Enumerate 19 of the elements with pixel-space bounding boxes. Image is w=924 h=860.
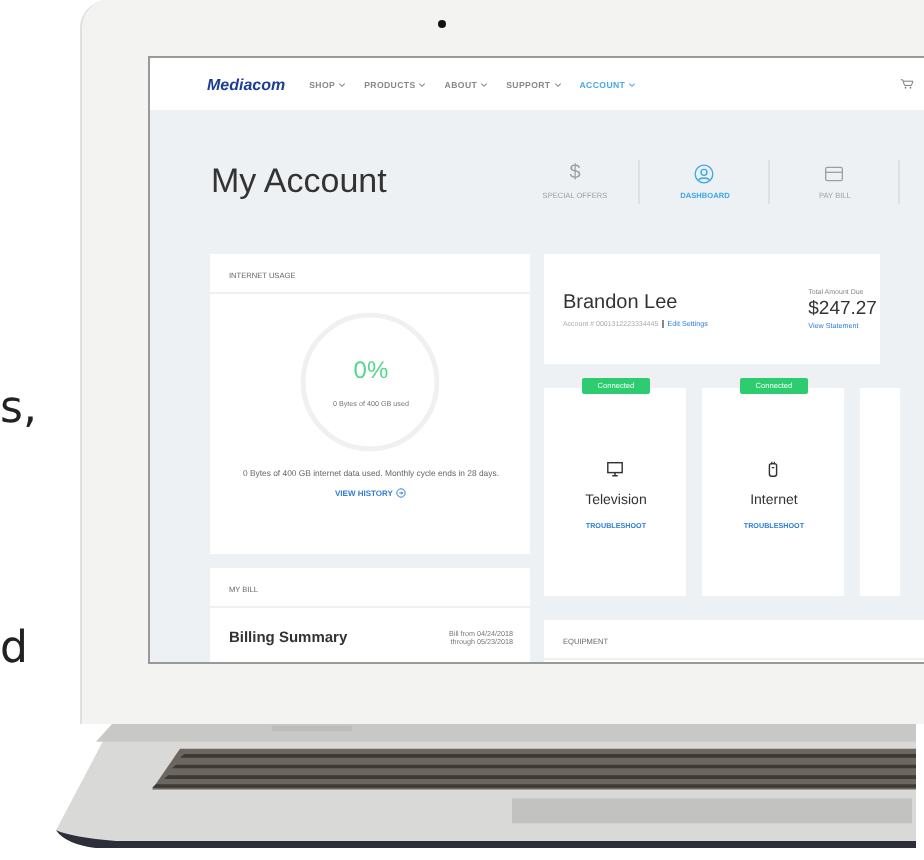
chevron-down-icon — [628, 81, 637, 87]
usage-percent: 0% — [353, 356, 389, 384]
user-icon — [694, 164, 715, 184]
side-text: d — [0, 624, 30, 676]
chevron-down-icon — [480, 81, 489, 87]
bill-icon — [824, 164, 845, 184]
account-name: Brandon Lee — [562, 291, 680, 313]
amount-due: $247.27 — [808, 298, 877, 320]
monitor-icon — [606, 460, 625, 478]
camera-dot — [438, 20, 447, 28]
chevron-down-icon — [418, 81, 427, 87]
chevron-down-icon — [553, 81, 562, 87]
cart-icon[interactable] — [900, 78, 915, 90]
page-title: My Account — [210, 162, 389, 202]
chevron-down-icon — [338, 81, 347, 87]
arrow-circle-icon — [396, 488, 407, 498]
logo[interactable]: Mediacom — [206, 75, 286, 93]
modem-icon — [764, 460, 783, 478]
side-text: s, — [0, 384, 37, 436]
